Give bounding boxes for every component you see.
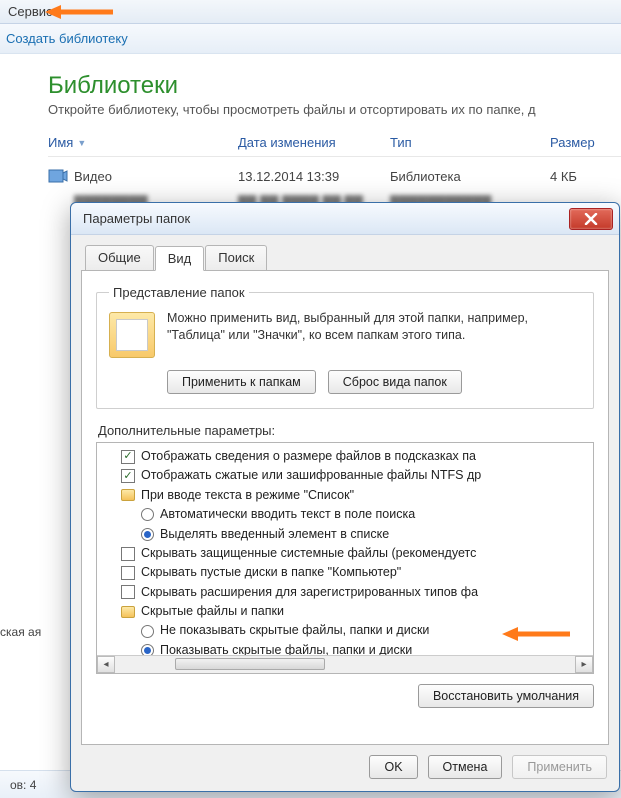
checkbox-unchecked-icon[interactable]: [121, 585, 135, 599]
tab-general[interactable]: Общие: [85, 245, 154, 270]
tree-label: Скрывать расширения для зарегистрированн…: [141, 583, 478, 602]
scroll-left-button[interactable]: ◂: [97, 656, 115, 673]
tree-label: Отображать сжатые или зашифрованные файл…: [141, 466, 481, 485]
checkbox-unchecked-icon[interactable]: [121, 566, 135, 580]
radio-unchecked-icon[interactable]: [141, 508, 154, 521]
folder-views-legend: Представление папок: [109, 285, 249, 300]
toolbar-new-library[interactable]: Создать библиотеку: [6, 31, 128, 46]
item-name: Видео: [74, 169, 238, 184]
tab-strip: Общие Вид Поиск: [85, 245, 619, 270]
tree-label: Отображать сведения о размере файлов в п…: [141, 447, 476, 466]
scroll-track[interactable]: [115, 656, 575, 673]
tree-label: Скрытые файлы и папки: [141, 602, 284, 621]
tree-label: Скрывать пустые диски в папке "Компьютер…: [141, 563, 401, 582]
menu-bar: Сервис: [0, 0, 621, 24]
tree-group: При вводе текста в режиме "Список": [103, 486, 591, 505]
content-pane: Библиотеки Откройте библиотеку, чтобы пр…: [0, 54, 621, 210]
folder-icon: [121, 606, 135, 618]
tab-search[interactable]: Поиск: [205, 245, 267, 270]
tree-item[interactable]: Скрывать расширения для зарегистрированн…: [103, 583, 591, 602]
reset-folders-button[interactable]: Сброс вида папок: [328, 370, 462, 394]
tree-label: Скрывать защищенные системные файлы (рек…: [141, 544, 476, 563]
folder-views-description: Можно применить вид, выбранный для этой …: [167, 310, 581, 344]
folder-icon: [121, 489, 135, 501]
column-date[interactable]: Дата изменения: [238, 135, 390, 150]
cancel-button[interactable]: Отмена: [428, 755, 503, 779]
menu-item-tools[interactable]: Сервис: [8, 4, 53, 19]
tree-item[interactable]: Выделять введенный элемент в списке: [103, 525, 591, 544]
column-name-label: Имя: [48, 135, 73, 150]
checkbox-checked-icon[interactable]: ✓: [121, 450, 135, 464]
apply-button[interactable]: Применить: [512, 755, 607, 779]
ok-button[interactable]: OK: [369, 755, 417, 779]
sidebar-fragment: ская ая: [0, 625, 41, 639]
radio-unchecked-icon[interactable]: [141, 625, 154, 638]
status-count: ов: 4: [10, 778, 36, 792]
scroll-thumb[interactable]: [175, 658, 325, 670]
folder-views-group: Представление папок Можно применить вид,…: [96, 285, 594, 409]
restore-defaults-button[interactable]: Восстановить умолчания: [418, 684, 594, 708]
library-video-icon: [48, 167, 74, 185]
tree-item[interactable]: Скрывать защищенные системные файлы (рек…: [103, 544, 591, 563]
tree-item[interactable]: Не показывать скрытые файлы, папки и дис…: [103, 621, 591, 640]
item-date: 13.12.2014 13:39: [238, 169, 390, 184]
tree-label: Выделять введенный элемент в списке: [160, 525, 389, 544]
advanced-settings-tree[interactable]: ✓ Отображать сведения о размере файлов в…: [96, 442, 594, 674]
tree-group: Скрытые файлы и папки: [103, 602, 591, 621]
tab-panel-view: Представление папок Можно применить вид,…: [81, 270, 609, 745]
horizontal-scrollbar[interactable]: ◂ ▸: [97, 655, 593, 673]
tab-view[interactable]: Вид: [155, 246, 205, 271]
close-icon: [584, 213, 598, 225]
list-item[interactable]: Видео 13.12.2014 13:39 Библиотека 4 КБ: [48, 157, 621, 185]
column-headers: Имя ▼ Дата изменения Тип Размер: [48, 135, 621, 157]
tree-item[interactable]: ✓ Отображать сжатые или зашифрованные фа…: [103, 466, 591, 485]
advanced-settings-label: Дополнительные параметры:: [98, 423, 594, 438]
checkbox-unchecked-icon[interactable]: [121, 547, 135, 561]
dialog-buttons: OK Отмена Применить: [71, 755, 619, 791]
item-type: Библиотека: [390, 169, 550, 184]
item-size: 4 КБ: [550, 169, 621, 184]
folder-options-dialog: Параметры папок Общие Вид Поиск Представ…: [70, 202, 620, 792]
tree-item[interactable]: Автоматически вводить текст в поле поиск…: [103, 505, 591, 524]
column-size[interactable]: Размер: [550, 135, 621, 150]
column-name[interactable]: Имя ▼: [48, 135, 238, 150]
scroll-right-button[interactable]: ▸: [575, 656, 593, 673]
tree-label: Автоматически вводить текст в поле поиск…: [160, 505, 415, 524]
sort-descending-icon: ▼: [77, 138, 86, 148]
content-subtitle: Откройте библиотеку, чтобы просмотреть ф…: [48, 102, 621, 117]
tree-item[interactable]: Скрывать пустые диски в папке "Компьютер…: [103, 563, 591, 582]
folder-preview-icon: [109, 312, 155, 358]
tree-item[interactable]: ✓ Отображать сведения о размере файлов в…: [103, 447, 591, 466]
content-title: Библиотеки: [48, 72, 621, 100]
dialog-title: Параметры папок: [83, 211, 190, 226]
close-button[interactable]: [569, 208, 613, 230]
dialog-titlebar[interactable]: Параметры папок: [71, 203, 619, 235]
column-type[interactable]: Тип: [390, 135, 550, 150]
checkbox-checked-icon[interactable]: ✓: [121, 469, 135, 483]
explorer-toolbar: Создать библиотеку: [0, 24, 621, 54]
apply-to-folders-button[interactable]: Применить к папкам: [167, 370, 316, 394]
tree-label: При вводе текста в режиме "Список": [141, 486, 354, 505]
radio-checked-icon[interactable]: [141, 528, 154, 541]
tree-label: Не показывать скрытые файлы, папки и дис…: [160, 621, 429, 640]
